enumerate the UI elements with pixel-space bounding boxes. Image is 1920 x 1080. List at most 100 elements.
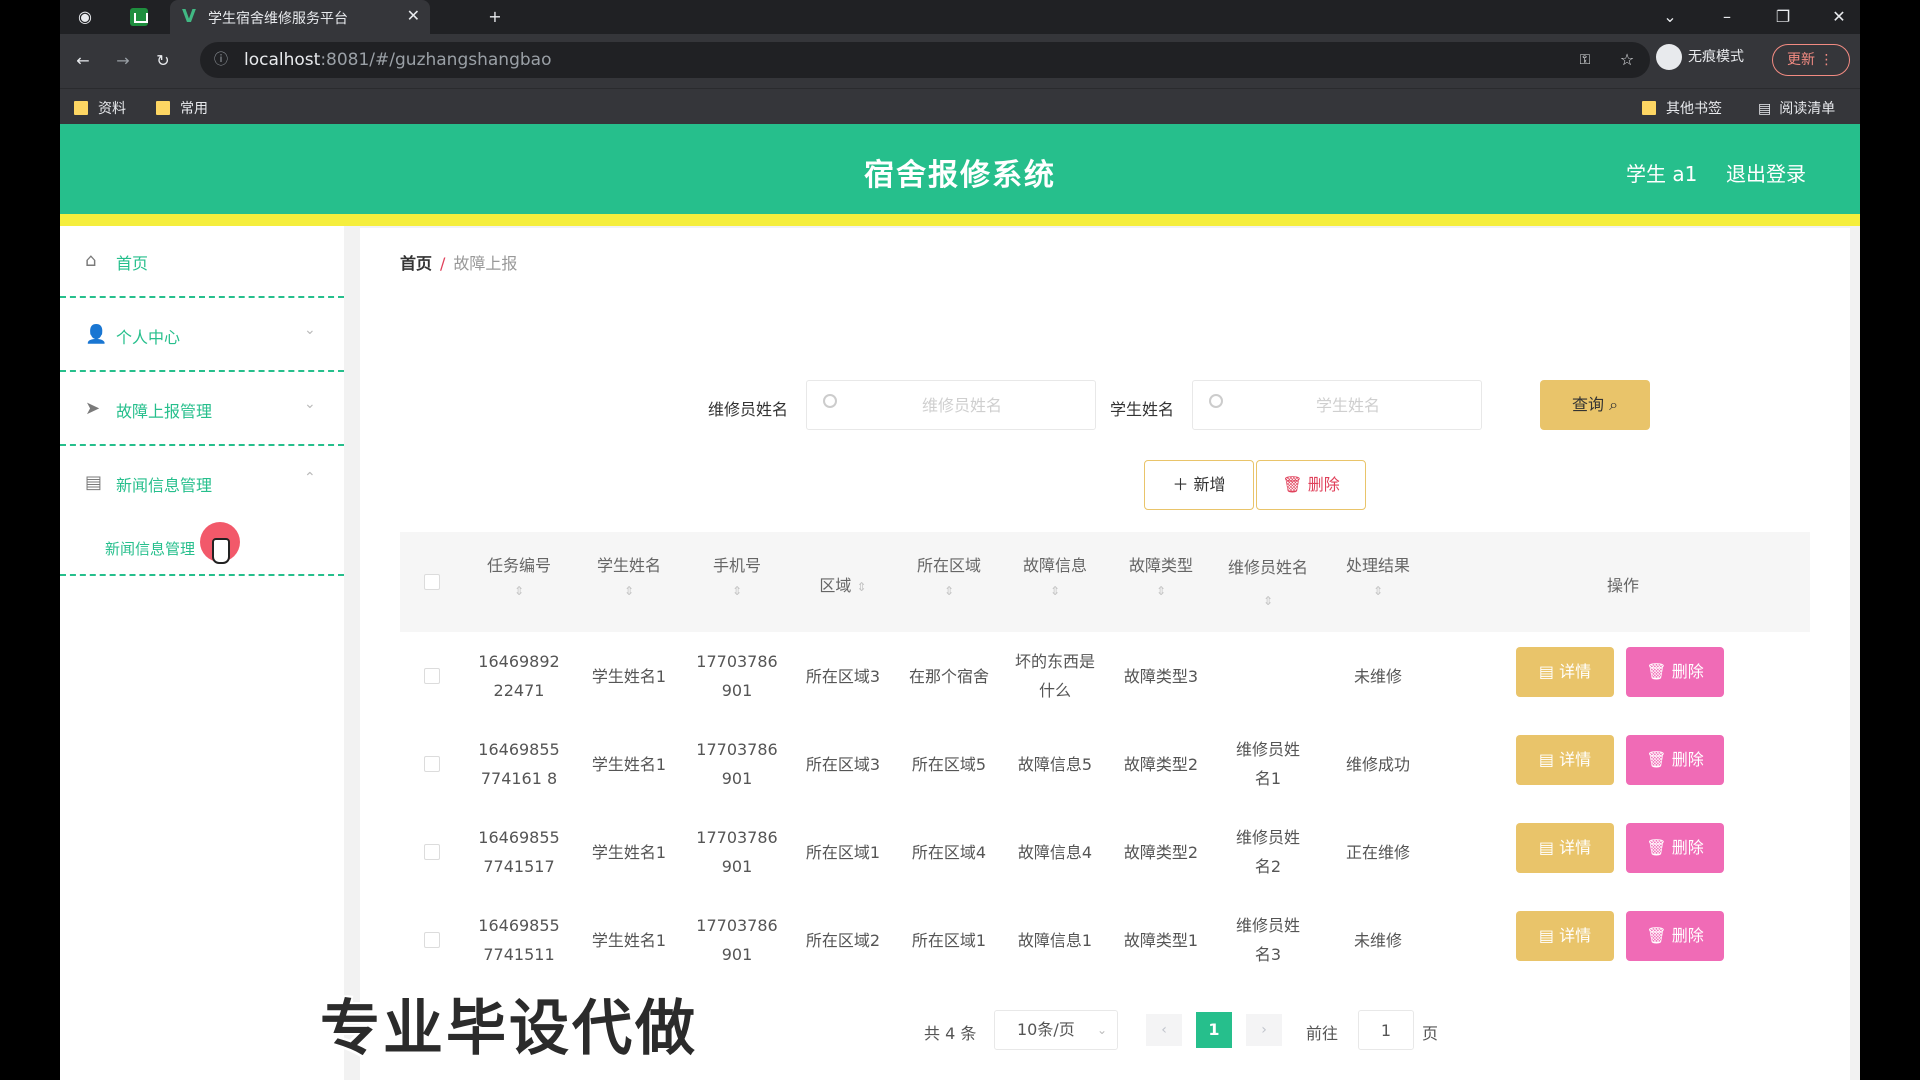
bookmark-label: 常用 — [180, 101, 208, 117]
sidebar-item-home[interactable]: ⌂ 首页 — [60, 226, 344, 298]
close-window-button[interactable]: ✕ — [1824, 0, 1854, 34]
cell-fault-info: 故障信息5 — [1017, 754, 1093, 774]
other-bookmarks[interactable]: 其他书签 — [1642, 98, 1722, 118]
header-accent-strip — [60, 214, 1860, 226]
spreadsheet-tab-icon[interactable] — [130, 8, 148, 26]
row-delete-button[interactable]: 🗑 删除 — [1626, 647, 1724, 697]
browser-tab-active[interactable]: V 学生宿舍维修服务平台 ✕ — [170, 0, 430, 34]
repairer-name-field[interactable] — [806, 380, 1096, 430]
update-button[interactable]: 更新 ⋮ — [1772, 44, 1850, 76]
cell-task-id: 1646989222471 — [478, 652, 560, 700]
select-all-checkbox[interactable] — [424, 574, 440, 590]
prev-page-button[interactable]: ‹ — [1146, 1014, 1182, 1046]
row-checkbox[interactable] — [424, 756, 440, 772]
cell-student-name: 学生姓名1 — [591, 666, 667, 686]
page-unit-label: 页 — [1422, 1024, 1439, 1043]
header-task-id[interactable]: 任务编号 ⇕ — [464, 532, 574, 632]
cell-result: 维修成功 — [1345, 754, 1410, 774]
repairer-name-input[interactable] — [847, 389, 1077, 421]
student-name-field[interactable] — [1192, 380, 1482, 430]
row-detail-button[interactable]: ▤ 详情 — [1516, 735, 1614, 785]
row-delete-button[interactable]: 🗑 删除 — [1626, 911, 1724, 961]
address-bar[interactable]: ⓘ localhost:8081/#/guzhangshangbao ⚿ ☆ — [200, 42, 1650, 78]
row-detail-button[interactable]: ▤ 详情 — [1516, 647, 1614, 697]
send-icon: ➤ — [85, 398, 101, 419]
incognito-indicator[interactable]: 无痕模式 — [1656, 44, 1744, 70]
bookmark-folder-2[interactable]: 常用 — [156, 98, 208, 118]
goto-page-input[interactable] — [1358, 1010, 1414, 1050]
table-row: 164698557741517 学生姓名1 17703786901 所在区域1 所在区域… — [400, 808, 1810, 896]
header-result[interactable]: 处理结果 ⇕ — [1320, 532, 1436, 632]
header-label: 任务编号 — [486, 556, 551, 575]
site-info-icon[interactable]: ⓘ — [206, 43, 236, 77]
page-number-current[interactable]: 1 — [1196, 1012, 1232, 1048]
logout-link[interactable]: 退出登录 — [1726, 158, 1806, 187]
next-page-button[interactable]: › — [1246, 1014, 1282, 1046]
add-button[interactable]: ＋ 新增 — [1144, 460, 1254, 510]
header-label: 所在区域 — [916, 556, 981, 575]
browser-toolbar: ← → ↻ ⓘ localhost:8081/#/guzhangshangbao… — [60, 34, 1860, 88]
breadcrumb-separator: / — [440, 254, 446, 273]
forward-icon[interactable]: → — [108, 44, 138, 78]
header-label: 处理结果 — [1345, 556, 1410, 575]
home-icon: ⌂ — [85, 250, 97, 271]
cell-result: 正在维修 — [1345, 842, 1410, 862]
header-student-name[interactable]: 学生姓名 ⇕ — [574, 532, 684, 632]
sidebar-item-fault-report[interactable]: ➤ 故障上报管理 ⌄ — [60, 374, 344, 446]
row-detail-button[interactable]: ▤ 详情 — [1516, 911, 1614, 961]
row-checkbox[interactable] — [424, 844, 440, 860]
reading-list[interactable]: ▤ 阅读清单 — [1758, 98, 1835, 118]
document-icon: ▤ — [1538, 750, 1560, 769]
header-phone[interactable]: 手机号 ⇕ — [684, 532, 790, 632]
restore-button[interactable]: ❐ — [1768, 0, 1798, 34]
cell-phone: 17703786901 — [696, 828, 778, 876]
page-size-select[interactable]: 10条/页 ⌄ — [994, 1010, 1118, 1050]
page-size-value: 10条/页 — [1017, 1020, 1075, 1039]
cell-fault-type: 故障类型3 — [1123, 666, 1199, 686]
bookmark-folder-1[interactable]: 资料 — [74, 98, 126, 118]
student-name-input[interactable] — [1233, 389, 1463, 421]
header-repairer-name[interactable]: 维修员姓名 ⇕ — [1220, 532, 1316, 632]
row-delete-button[interactable]: 🗑 删除 — [1626, 735, 1724, 785]
update-label: 更新 — [1787, 52, 1815, 68]
row-delete-button[interactable]: 🗑 删除 — [1626, 823, 1724, 873]
cell-located-region: 所在区域4 — [911, 842, 987, 862]
row-checkbox[interactable] — [424, 668, 440, 684]
header-fault-info[interactable]: 故障信息 ⇕ — [1002, 532, 1108, 632]
user-icon: 👤 — [85, 324, 108, 345]
url-text: localhost:8081/#/guzhangshangbao — [244, 50, 551, 70]
new-tab-button[interactable]: + — [480, 0, 510, 34]
sidebar-item-label: 首页 — [116, 254, 149, 273]
password-key-icon[interactable]: ⚿ — [1570, 43, 1600, 77]
row-checkbox[interactable] — [424, 932, 440, 948]
sort-icon: ⇕ — [856, 580, 867, 594]
trash-icon: 🗑 — [1646, 662, 1672, 681]
minimize-button[interactable]: – — [1712, 0, 1742, 34]
sort-icon: ⇕ — [731, 584, 743, 598]
trash-icon: 🗑 — [1646, 838, 1672, 857]
query-button[interactable]: 查询 ⌕ — [1540, 380, 1650, 430]
total-count: 共 4 条 — [924, 1024, 977, 1043]
cell-task-id: 164698557741511 — [478, 916, 560, 964]
bulk-delete-button[interactable]: 🗑 删除 — [1256, 460, 1366, 510]
cell-phone: 17703786901 — [696, 740, 778, 788]
sidebar: ⌂ 首页 👤 个人中心 ⌄ ➤ 故障上报管理 ⌄ ▤ 新闻信息管理 ⌃ 新闻信息… — [60, 226, 344, 1080]
header-region[interactable]: 区域 ⇕ — [790, 532, 896, 632]
sidebar-item-label: 个人中心 — [116, 328, 181, 347]
header-located-region[interactable]: 所在区域 ⇕ — [896, 532, 1002, 632]
cell-fault-type: 故障类型2 — [1123, 842, 1199, 862]
header-fault-type[interactable]: 故障类型 ⇕ — [1108, 532, 1214, 632]
url-path: :8081/#/guzhangshangbao — [320, 50, 552, 70]
row-detail-button[interactable]: ▤ 详情 — [1516, 823, 1614, 873]
breadcrumb-home[interactable]: 首页 — [400, 254, 432, 273]
tab-close-icon[interactable]: ✕ — [407, 6, 420, 25]
bookmark-star-icon[interactable]: ☆ — [1612, 43, 1642, 77]
sidebar-item-personal-center[interactable]: 👤 个人中心 ⌄ — [60, 300, 344, 372]
back-icon[interactable]: ← — [68, 44, 98, 78]
tab-search-icon[interactable]: ⌄ — [1655, 0, 1685, 34]
sidebar-item-news[interactable]: ▤ 新闻信息管理 ⌃ — [60, 448, 344, 520]
cell-student-name: 学生姓名1 — [591, 842, 667, 862]
sort-icon: ⇕ — [623, 584, 635, 598]
main-content: 首页 / 故障上报 维修员姓名 学生姓名 查询 ⌕ ＋ 新增 🗑 删除 — [360, 228, 1850, 1080]
reload-icon[interactable]: ↻ — [148, 44, 178, 78]
